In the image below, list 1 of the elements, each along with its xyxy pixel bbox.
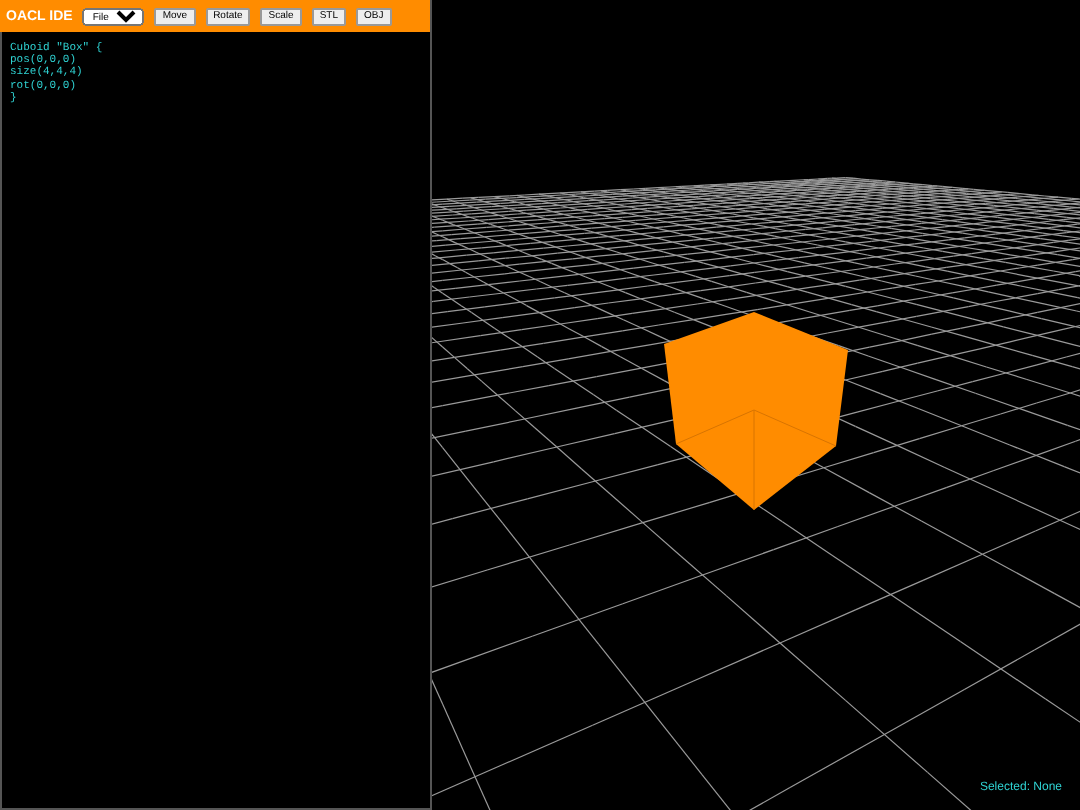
cube-drawing[interactable] (664, 312, 848, 511)
